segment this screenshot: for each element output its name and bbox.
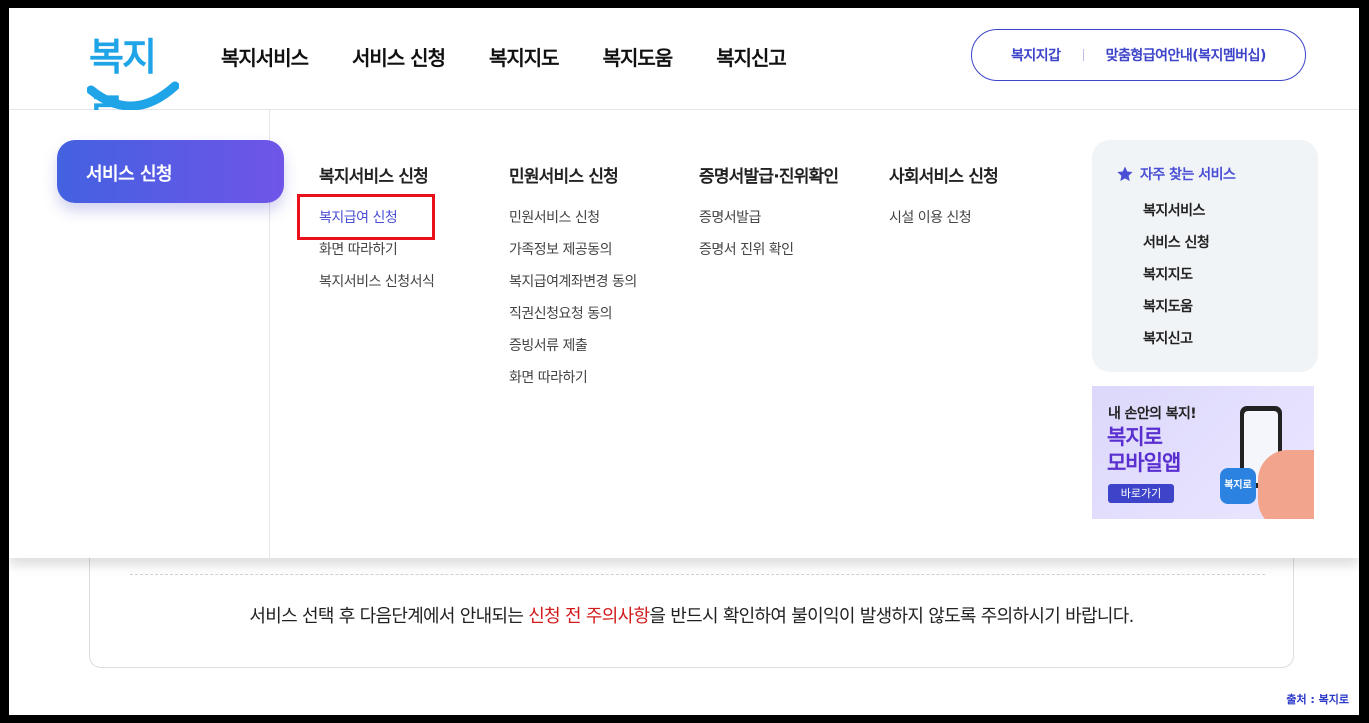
- nav-welfare-service[interactable]: 복지서비스: [221, 42, 309, 71]
- favorite-item[interactable]: 서비스 신청: [1143, 232, 1210, 264]
- menu-column-civil-apply: 민원서비스 신청 민원서비스 신청 가족정보 제공동의 복지급여계좌변경 동의 …: [509, 162, 637, 399]
- banner-go-button[interactable]: 바로가기: [1108, 484, 1174, 503]
- menu-item-ex-officio[interactable]: 직권신청요청 동의: [509, 303, 637, 335]
- utility-links: 복지지갑 맞춤형급여안내(복지멤버십): [971, 29, 1306, 81]
- banner-title: 복지로 모바일앱: [1107, 424, 1181, 476]
- menu-item-tutorial[interactable]: 화면 따라하기: [509, 367, 637, 399]
- banner-title-line1: 복지로: [1107, 425, 1163, 449]
- notice-text-after: 을 반드시 확인하여 불이익이 발생하지 않도록 주의하시기 바랍니다.: [649, 606, 1134, 627]
- site-header: 복지로 복지서비스 서비스 신청 복지지도 복지도움 복지신고 복지지갑 맞춤형…: [9, 8, 1359, 134]
- favorites-title: 자주 찾는 서비스: [1116, 164, 1236, 184]
- highlight-annotation-box: [297, 194, 435, 240]
- column-title[interactable]: 복지서비스 신청: [319, 162, 434, 187]
- menu-item-certificate-issue[interactable]: 증명서발급: [699, 207, 838, 239]
- menu-item-certificate-verify[interactable]: 증명서 진위 확인: [699, 239, 838, 271]
- welfare-wallet-link[interactable]: 복지지갑: [1011, 45, 1061, 65]
- nav-welfare-map[interactable]: 복지지도: [489, 42, 560, 71]
- divider: [1082, 49, 1084, 61]
- active-section-title[interactable]: 서비스 신청: [57, 140, 284, 203]
- menu-item-civil-apply[interactable]: 민원서비스 신청: [509, 207, 637, 239]
- menu-item-tutorial[interactable]: 화면 따라하기: [319, 239, 434, 271]
- nav-welfare-help[interactable]: 복지도움: [603, 42, 674, 71]
- banner-title-line2: 모바일앱: [1107, 451, 1181, 475]
- mega-menu: 서비스 신청 복지서비스 신청 복지급여 신청 화면 따라하기 복지서비스 신청…: [9, 110, 1359, 558]
- star-icon: [1117, 166, 1133, 182]
- nav-service-apply[interactable]: 서비스 신청: [352, 42, 446, 71]
- favorites-title-text: 자주 찾는 서비스: [1140, 167, 1236, 183]
- divider: [130, 574, 1265, 575]
- notice-text-before: 서비스 선택 후 다음단계에서 안내되는: [249, 606, 529, 627]
- hand-illustration: [1258, 450, 1314, 519]
- notice-highlight: 신청 전 주의사항: [528, 606, 650, 627]
- favorite-item[interactable]: 복지도움: [1143, 296, 1209, 328]
- menu-item-documents[interactable]: 증빙서류 제출: [509, 335, 637, 367]
- column-title[interactable]: 사회서비스 신청: [889, 162, 999, 187]
- menu-item-facility-apply[interactable]: 시설 이용 신청: [889, 207, 998, 239]
- notice-text: 서비스 선택 후 다음단계에서 안내되는 신청 전 주의사항을 반드시 확인하여…: [90, 602, 1293, 628]
- site-logo[interactable]: 복지로: [87, 26, 183, 134]
- menu-column-social-service: 사회서비스 신청 시설 이용 신청: [889, 162, 999, 239]
- favorites-panel: 자주 찾는 서비스 복지서비스 서비스 신청 복지지도 복지도움 복지신고: [1092, 140, 1318, 372]
- nav-welfare-report[interactable]: 복지신고: [716, 42, 787, 71]
- main-nav: 복지서비스 서비스 신청 복지지도 복지도움 복지신고: [221, 42, 787, 71]
- menu-item-account-change[interactable]: 복지급여계좌변경 동의: [509, 271, 637, 303]
- banner-subtitle: 내 손안의 복지!: [1108, 406, 1197, 422]
- menu-column-certificate: 증명서발급·진위확인 증명서발급 증명서 진위 확인: [699, 162, 839, 271]
- column-title[interactable]: 민원서비스 신청: [509, 162, 637, 187]
- membership-link[interactable]: 맞춤형급여안내(복지멤버십): [1106, 45, 1267, 65]
- favorite-item[interactable]: 복지서비스: [1143, 200, 1209, 232]
- favorite-item[interactable]: 복지신고: [1143, 328, 1209, 360]
- mega-menu-side: 서비스 신청: [9, 110, 284, 558]
- favorite-item[interactable]: 복지지도: [1143, 264, 1209, 296]
- app-icon: 복지로: [1220, 468, 1256, 504]
- page-frame: 복지로 복지서비스 서비스 신청 복지지도 복지도움 복지신고 복지지갑 맞춤형…: [9, 8, 1359, 715]
- mobile-app-banner[interactable]: 내 손안의 복지! 복지로 모바일앱 바로가기 복지로: [1092, 386, 1314, 519]
- menu-item-forms[interactable]: 복지서비스 신청서식: [319, 271, 435, 303]
- column-title[interactable]: 증명서발급·진위확인: [699, 162, 839, 187]
- source-caption: 출처 : 복지로: [1286, 693, 1349, 706]
- menu-item-family-consent[interactable]: 가족정보 제공동의: [509, 239, 637, 271]
